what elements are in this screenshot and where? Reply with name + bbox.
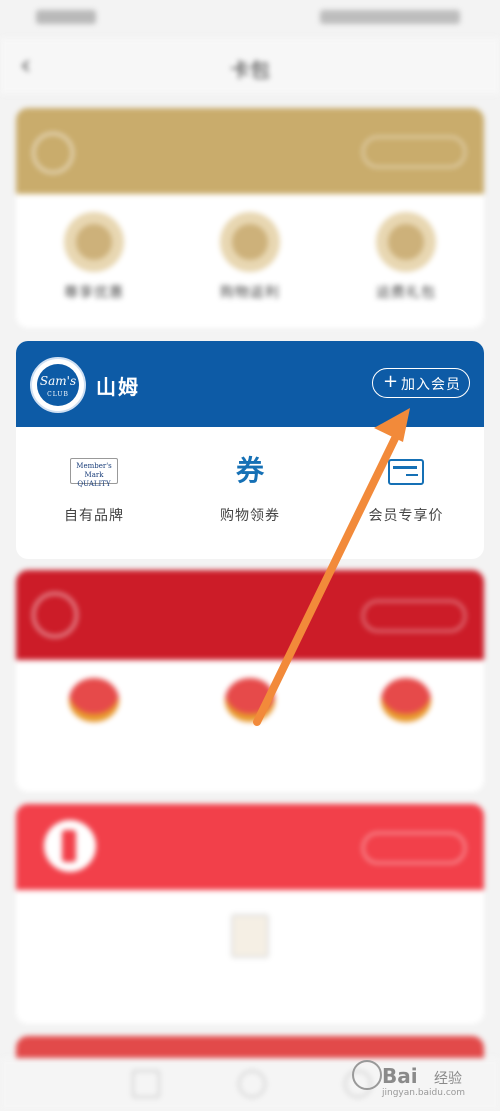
sams-club-card: Sam's CLUB 山姆 + 加入会员 Member's Mark QUALIT… — [16, 341, 484, 559]
home-nav-icon[interactable] — [238, 1070, 266, 1098]
fruit-basket-icon — [225, 678, 275, 722]
nav-bar: ‹ 卡包 — [0, 38, 500, 94]
members-mark-icon: Member's Mark QUALITY — [70, 458, 118, 488]
shipping-gift-icon — [376, 212, 436, 272]
pink-member-card — [16, 804, 484, 1024]
watermark-brand: Bai — [382, 1064, 418, 1088]
gold-item-label: 购物返利 — [220, 285, 280, 301]
discount-icon — [64, 212, 124, 272]
paw-logo-icon — [352, 1060, 382, 1090]
red-member-card — [16, 570, 484, 792]
gold-item-cashback[interactable]: 购物返利 — [172, 212, 328, 302]
join-member-button[interactable]: + 加入会员 — [372, 368, 470, 398]
watermark-url: jingyan.baidu.com — [382, 1088, 466, 1098]
back-nav-icon[interactable] — [132, 1070, 160, 1098]
status-bar — [0, 0, 500, 38]
sams-item-label: 购物领券 — [220, 508, 280, 524]
member-card-icon — [388, 459, 424, 485]
coupon-icon: 券 — [235, 454, 264, 487]
cashback-icon — [220, 212, 280, 272]
plus-icon: + — [383, 371, 399, 392]
watermark-brand-cn: 经验 — [434, 1071, 462, 1087]
logo-text-sams: Sam's — [39, 374, 77, 388]
red-card-logo-icon — [32, 592, 78, 638]
page-title: 卡包 — [230, 58, 270, 82]
sams-item-label: 会员专享价 — [368, 508, 444, 524]
red-item-3[interactable] — [328, 678, 484, 738]
sams-item-member-price[interactable]: 会员专享价 — [328, 451, 484, 525]
red-item-1[interactable] — [16, 678, 172, 738]
gold-item-label: 尊享优惠 — [64, 285, 124, 301]
gold-item-shipping-gift[interactable]: 运费礼包 — [328, 212, 484, 302]
fruit-basket-icon — [69, 678, 119, 722]
gold-card-header[interactable] — [16, 108, 484, 194]
gold-item-exclusive-discount[interactable]: 尊享优惠 — [16, 212, 172, 302]
gold-card-logo-icon — [32, 132, 74, 174]
red-card-header[interactable] — [16, 570, 484, 660]
fruit-basket-icon — [381, 678, 431, 722]
status-right-icons — [320, 10, 460, 24]
join-member-label: 加入会员 — [401, 377, 461, 393]
sams-club-logo-icon: Sam's CLUB — [30, 357, 86, 413]
gold-card-button[interactable] — [362, 136, 466, 168]
gift-box-icon — [231, 914, 269, 958]
watermark: Bai 经验 jingyan.baidu.com — [352, 1058, 482, 1098]
red-item-2[interactable] — [172, 678, 328, 738]
red-card-button[interactable] — [362, 600, 466, 632]
sams-item-label: 自有品牌 — [64, 508, 124, 524]
gold-item-label: 运费礼包 — [376, 285, 436, 301]
sams-card-header[interactable]: Sam's CLUB 山姆 + 加入会员 — [16, 341, 484, 427]
sams-item-coupons[interactable]: 券 购物领券 — [172, 451, 328, 525]
pink-card-button[interactable] — [362, 832, 466, 864]
logo-text-club: CLUB — [47, 391, 69, 398]
pink-card-header[interactable] — [16, 804, 484, 890]
pink-item[interactable] — [16, 914, 484, 974]
sams-card-title: 山姆 — [96, 375, 140, 399]
status-left-icons — [36, 10, 96, 24]
gold-member-card: 尊享优惠 购物返利 运费礼包 — [16, 108, 484, 328]
pink-card-logo-icon — [44, 820, 96, 872]
sams-item-own-brand[interactable]: Member's Mark QUALITY 自有品牌 — [16, 451, 172, 525]
